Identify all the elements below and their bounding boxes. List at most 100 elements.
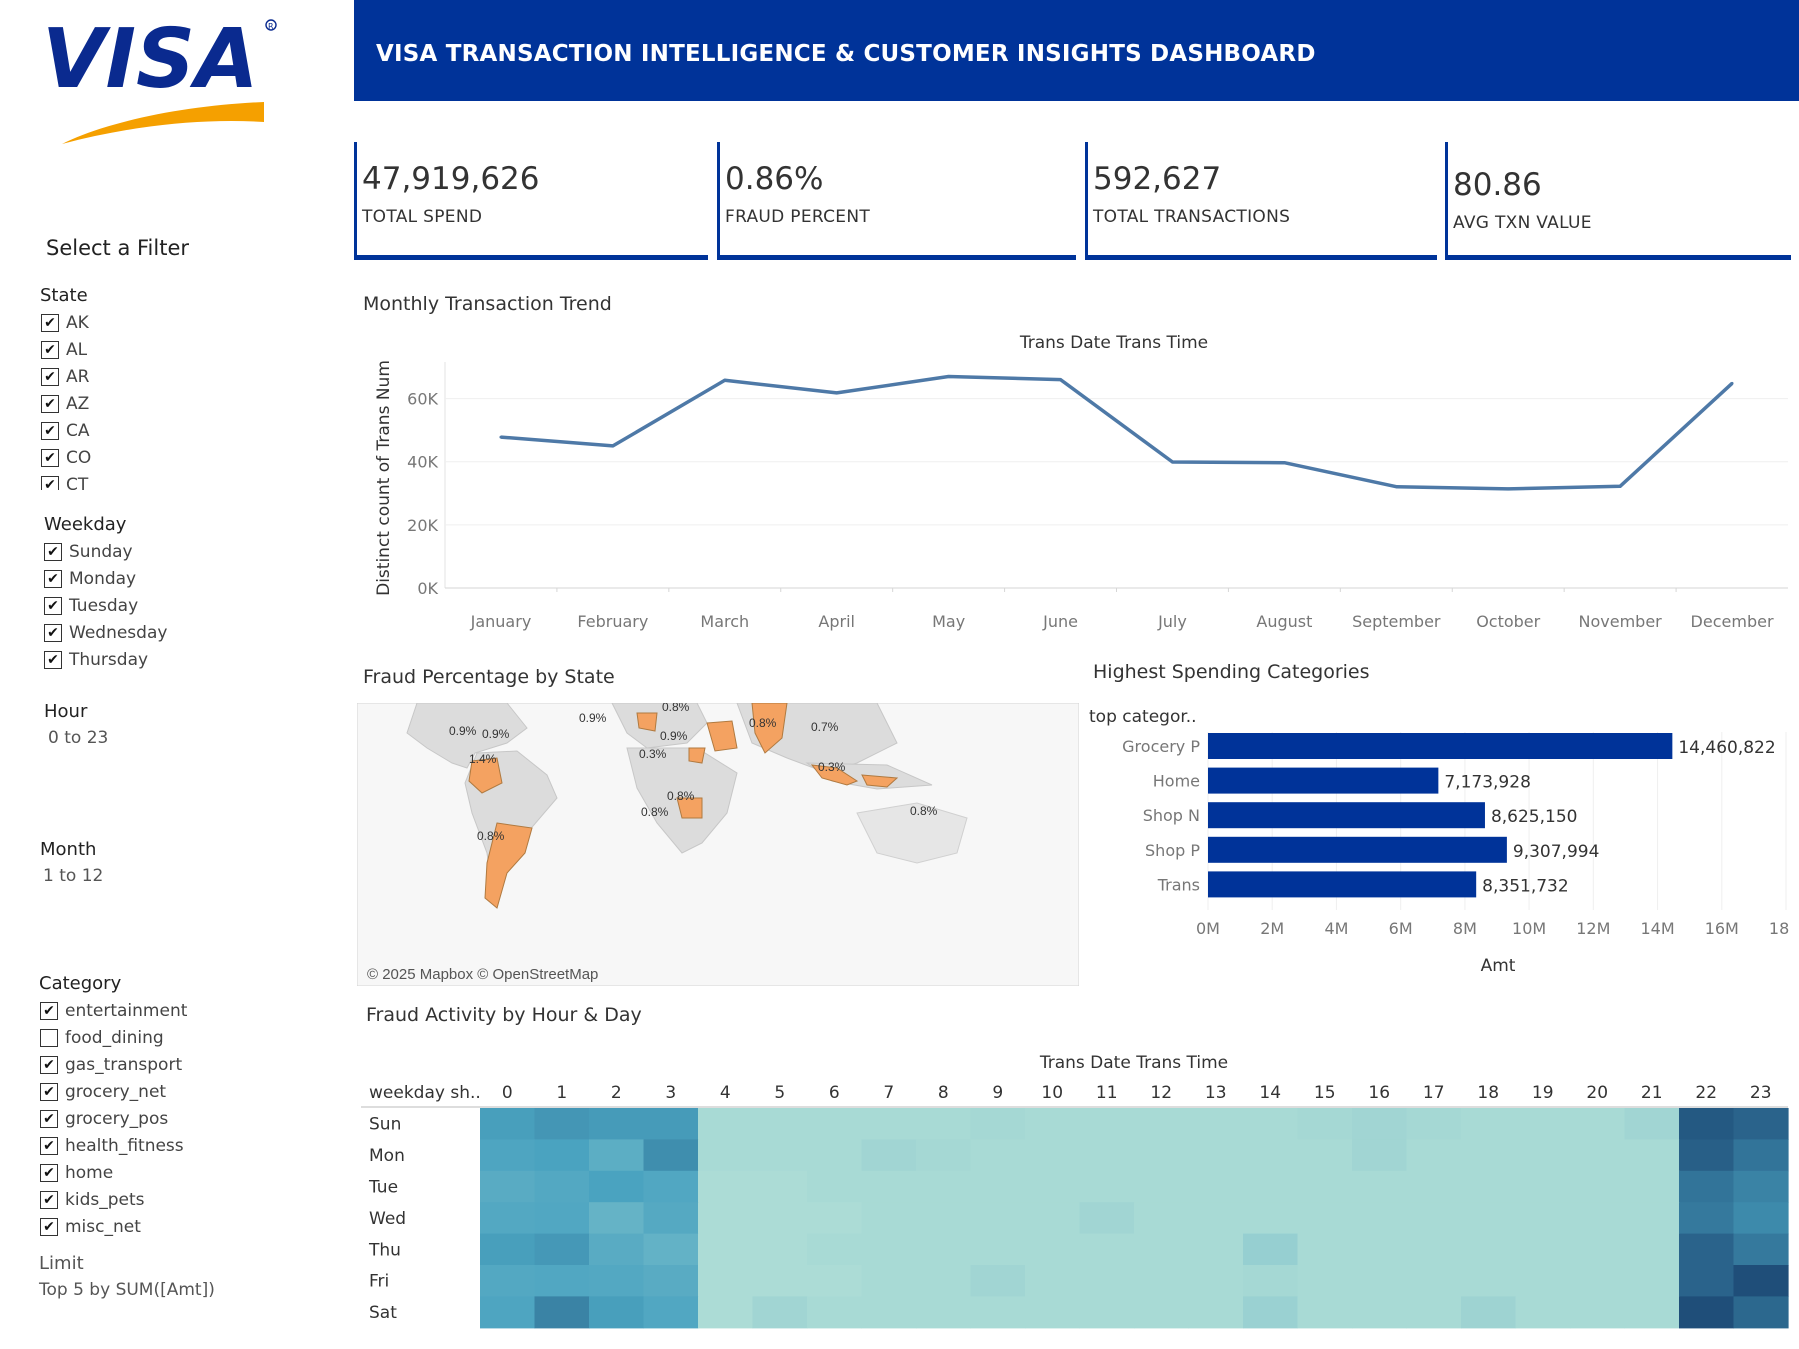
heatmap-cell[interactable] (807, 1202, 863, 1235)
heatmap-cell[interactable] (643, 1265, 699, 1297)
heatmap-cell[interactable] (1297, 1108, 1353, 1140)
heatmap-cell[interactable] (698, 1108, 754, 1140)
heatmap-cell[interactable] (1297, 1202, 1353, 1235)
heatmap-cell[interactable] (1352, 1233, 1408, 1266)
heatmap-cell[interactable] (1406, 1170, 1462, 1203)
state-option[interactable]: ✔ AL (41, 336, 261, 363)
heatmap-cell[interactable] (480, 1139, 536, 1172)
trend-data-point[interactable] (1394, 485, 1398, 489)
heatmap-cell[interactable] (916, 1139, 972, 1172)
heatmap-cell[interactable] (1352, 1202, 1408, 1235)
heatmap-cell[interactable] (1079, 1265, 1135, 1297)
heatmap-cell[interactable] (1025, 1296, 1081, 1329)
heatmap-cell[interactable] (480, 1202, 536, 1235)
heatmap-cell[interactable] (1570, 1170, 1626, 1203)
heatmap-cell[interactable] (752, 1233, 808, 1266)
heatmap-cell[interactable] (1733, 1202, 1789, 1235)
checkbox[interactable]: ✔ (40, 1082, 58, 1101)
state-filter-list[interactable]: ✔ AK ✔ AL ✔ AR ✔ AZ ✔ CA ✔ CO ✔ CT (41, 309, 261, 490)
heatmap-cell[interactable] (1352, 1139, 1408, 1172)
heatmap-cell[interactable] (861, 1202, 917, 1235)
heatmap-cell[interactable] (1570, 1233, 1626, 1266)
heatmap-cell[interactable] (643, 1296, 699, 1329)
heatmap-cell[interactable] (1515, 1296, 1571, 1329)
heatmap-cell[interactable] (1515, 1108, 1571, 1140)
heatmap-cell[interactable] (1624, 1202, 1680, 1235)
heatmap-cell[interactable] (970, 1202, 1026, 1235)
state-option[interactable]: ✔ CT (41, 471, 261, 490)
heatmap-cell[interactable] (1679, 1233, 1735, 1266)
heatmap-cell[interactable] (1352, 1170, 1408, 1203)
checkbox[interactable] (40, 1028, 58, 1047)
heatmap-cell[interactable] (1624, 1265, 1680, 1297)
trend-data-point[interactable] (1059, 378, 1063, 382)
heatmap-cell[interactable] (589, 1108, 645, 1140)
heatmap-cell[interactable] (752, 1296, 808, 1329)
checkbox[interactable]: ✔ (41, 313, 59, 332)
checkbox[interactable]: ✔ (41, 367, 59, 386)
category-bar[interactable] (1208, 802, 1485, 829)
heatmap-cell[interactable] (1461, 1139, 1517, 1172)
heatmap-cell[interactable] (698, 1202, 754, 1235)
heatmap-cell[interactable] (752, 1108, 808, 1140)
heatmap-cell[interactable] (1515, 1233, 1571, 1266)
heatmap-cell[interactable] (861, 1296, 917, 1329)
heatmap-cell[interactable] (480, 1296, 536, 1329)
heatmap-cell[interactable] (1243, 1108, 1299, 1140)
heatmap-cell[interactable] (589, 1139, 645, 1172)
heatmap-cell[interactable] (1243, 1265, 1299, 1297)
heatmap-cell[interactable] (752, 1139, 808, 1172)
heatmap-cell[interactable] (1025, 1170, 1081, 1203)
heatmap-cell[interactable] (1352, 1108, 1408, 1140)
category-bar[interactable] (1208, 767, 1439, 794)
heatmap-cell[interactable] (1188, 1139, 1244, 1172)
heatmap-cell[interactable] (534, 1296, 590, 1329)
heatmap-cell[interactable] (589, 1233, 645, 1266)
trend-data-point[interactable] (1506, 487, 1510, 491)
heatmap-cell[interactable] (1134, 1202, 1190, 1235)
heatmap-cell[interactable] (1624, 1170, 1680, 1203)
heatmap-cell[interactable] (970, 1170, 1026, 1203)
heatmap-cell[interactable] (1733, 1170, 1789, 1203)
heatmap-cell[interactable] (1406, 1202, 1462, 1235)
heatmap-cell[interactable] (1025, 1202, 1081, 1235)
trend-data-point[interactable] (1282, 461, 1286, 465)
trend-data-point[interactable] (1730, 381, 1734, 385)
category-bar[interactable] (1208, 733, 1673, 759)
heatmap-cell[interactable] (970, 1296, 1026, 1329)
heatmap-cell[interactable] (534, 1233, 590, 1266)
checkbox[interactable]: ✔ (41, 475, 59, 490)
heatmap-cell[interactable] (1079, 1108, 1135, 1140)
heatmap-cell[interactable] (534, 1108, 590, 1140)
heatmap-cell[interactable] (1570, 1139, 1626, 1172)
heatmap-cell[interactable] (1515, 1202, 1571, 1235)
heatmap-cell[interactable] (1679, 1139, 1735, 1172)
heatmap-cell[interactable] (752, 1202, 808, 1235)
map-attribution[interactable]: © 2025 Mapbox © OpenStreetMap (367, 966, 598, 983)
state-option[interactable]: ✔ AK (41, 309, 261, 336)
trend-data-point[interactable] (611, 444, 615, 448)
category-option[interactable]: ✔ entertainment (40, 997, 270, 1024)
heatmap-cell[interactable] (1679, 1202, 1735, 1235)
heatmap-cell[interactable] (698, 1233, 754, 1266)
heatmap-cell[interactable] (1297, 1233, 1353, 1266)
checkbox[interactable]: ✔ (41, 421, 59, 440)
checkbox[interactable]: ✔ (44, 623, 62, 642)
trend-data-point[interactable] (1618, 484, 1622, 488)
heatmap-cell[interactable] (643, 1108, 699, 1140)
heatmap-cell[interactable] (589, 1202, 645, 1235)
category-option[interactable]: food_dining (40, 1024, 270, 1051)
heatmap-cell[interactable] (1079, 1296, 1135, 1329)
category-option[interactable]: ✔ grocery_net (40, 1078, 270, 1105)
heatmap-cell[interactable] (698, 1170, 754, 1203)
heatmap-cell[interactable] (480, 1170, 536, 1203)
heatmap-cell[interactable] (1461, 1108, 1517, 1140)
heatmap-cell[interactable] (534, 1265, 590, 1297)
heatmap-cell[interactable] (1733, 1139, 1789, 1172)
heatmap-cell[interactable] (1624, 1139, 1680, 1172)
heatmap-cell[interactable] (1134, 1170, 1190, 1203)
category-option[interactable]: ✔ misc_net (40, 1213, 270, 1240)
heatmap-cell[interactable] (1188, 1296, 1244, 1329)
heatmap-cell[interactable] (807, 1265, 863, 1297)
heatmap-cell[interactable] (480, 1233, 536, 1266)
